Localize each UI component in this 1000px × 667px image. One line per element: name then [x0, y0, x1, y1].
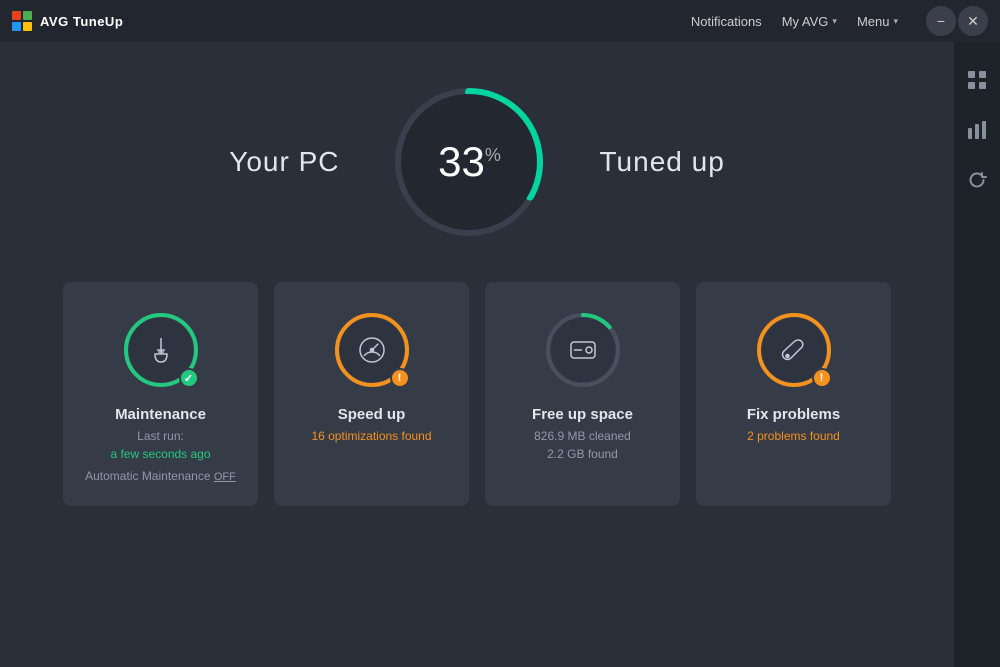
fix-problems-status-badge: !: [812, 368, 832, 388]
maintenance-icon-ring: ✓: [121, 310, 201, 390]
maintenance-subtitle: Last run: a few seconds ago: [110, 427, 210, 463]
gauge-left-label: Your PC: [229, 146, 339, 178]
maintenance-icon: [145, 334, 177, 366]
maintenance-card[interactable]: ✓ Maintenance Last run: a few seconds ag…: [63, 282, 258, 506]
chart-icon[interactable]: [959, 112, 995, 148]
maintenance-auto-link[interactable]: OFF: [214, 471, 236, 483]
fix-problems-subtitle: 2 problems found: [747, 427, 840, 445]
speed-up-icon-ring: !: [332, 310, 412, 390]
window-controls: − ✕: [926, 6, 988, 36]
avg-logo: [12, 11, 32, 31]
minimize-button[interactable]: −: [926, 6, 956, 36]
title-bar-right: Notifications My AVG ▾ Menu ▾ − ✕: [691, 6, 988, 36]
maintenance-auto-label: Automatic Maintenance OFF: [85, 467, 236, 486]
app-branding: AVG TuneUp: [12, 11, 123, 31]
free-up-space-cleaned: 826.9 MB cleaned: [534, 427, 631, 445]
apps-icon[interactable]: [959, 62, 995, 98]
speed-up-status-badge: !: [390, 368, 410, 388]
my-avg-chevron-icon: ▾: [832, 16, 837, 27]
app-title: AVG TuneUp: [40, 14, 123, 29]
speed-up-subtitle: 16 optimizations found: [311, 427, 431, 445]
fix-problems-title: Fix problems: [747, 406, 840, 423]
gauge-right-label: Tuned up: [599, 146, 724, 178]
fix-problems-card[interactable]: ! Fix problems 2 problems found: [696, 282, 891, 506]
close-button[interactable]: ✕: [958, 6, 988, 36]
maintenance-status-badge: ✓: [179, 368, 199, 388]
speedometer-icon: [356, 334, 388, 366]
maintenance-time: a few seconds ago: [110, 447, 210, 461]
speed-up-card[interactable]: ! Speed up 16 optimizations found: [274, 282, 469, 506]
free-up-space-icon-inner: [551, 318, 615, 382]
free-up-space-title: Free up space: [532, 406, 633, 423]
free-up-space-subtitle: 826.9 MB cleaned 2.2 GB found: [534, 427, 631, 463]
title-bar: AVG TuneUp Notifications My AVG ▾ Menu ▾…: [0, 0, 1000, 42]
menu-button[interactable]: Menu ▾: [857, 14, 898, 29]
notifications-button[interactable]: Notifications: [691, 14, 762, 29]
maintenance-title: Maintenance: [115, 406, 206, 423]
free-up-space-card[interactable]: Free up space 826.9 MB cleaned 2.2 GB fo…: [485, 282, 680, 506]
my-avg-menu[interactable]: My AVG ▾: [782, 14, 837, 29]
refresh-icon[interactable]: [959, 162, 995, 198]
free-up-space-found: 2.2 GB found: [534, 445, 631, 463]
right-panel: [954, 42, 1000, 667]
speed-up-title: Speed up: [338, 406, 406, 423]
fix-problems-icon-ring: !: [754, 310, 834, 390]
hard-drive-icon: [567, 334, 599, 366]
free-up-space-icon-ring: [543, 310, 623, 390]
gauge-section: Your PC 33% Tuned up: [229, 82, 725, 242]
gauge-container: 33%: [389, 82, 549, 242]
menu-chevron-icon: ▾: [893, 16, 898, 27]
main-content: Your PC 33% Tuned up: [0, 42, 954, 667]
gauge-percent-value: 33%: [438, 138, 501, 186]
gauge-inner: 33%: [401, 94, 537, 230]
gauge-percent-sign: %: [485, 145, 501, 165]
wrench-icon: [778, 334, 810, 366]
cards-section: ✓ Maintenance Last run: a few seconds ag…: [40, 282, 914, 506]
